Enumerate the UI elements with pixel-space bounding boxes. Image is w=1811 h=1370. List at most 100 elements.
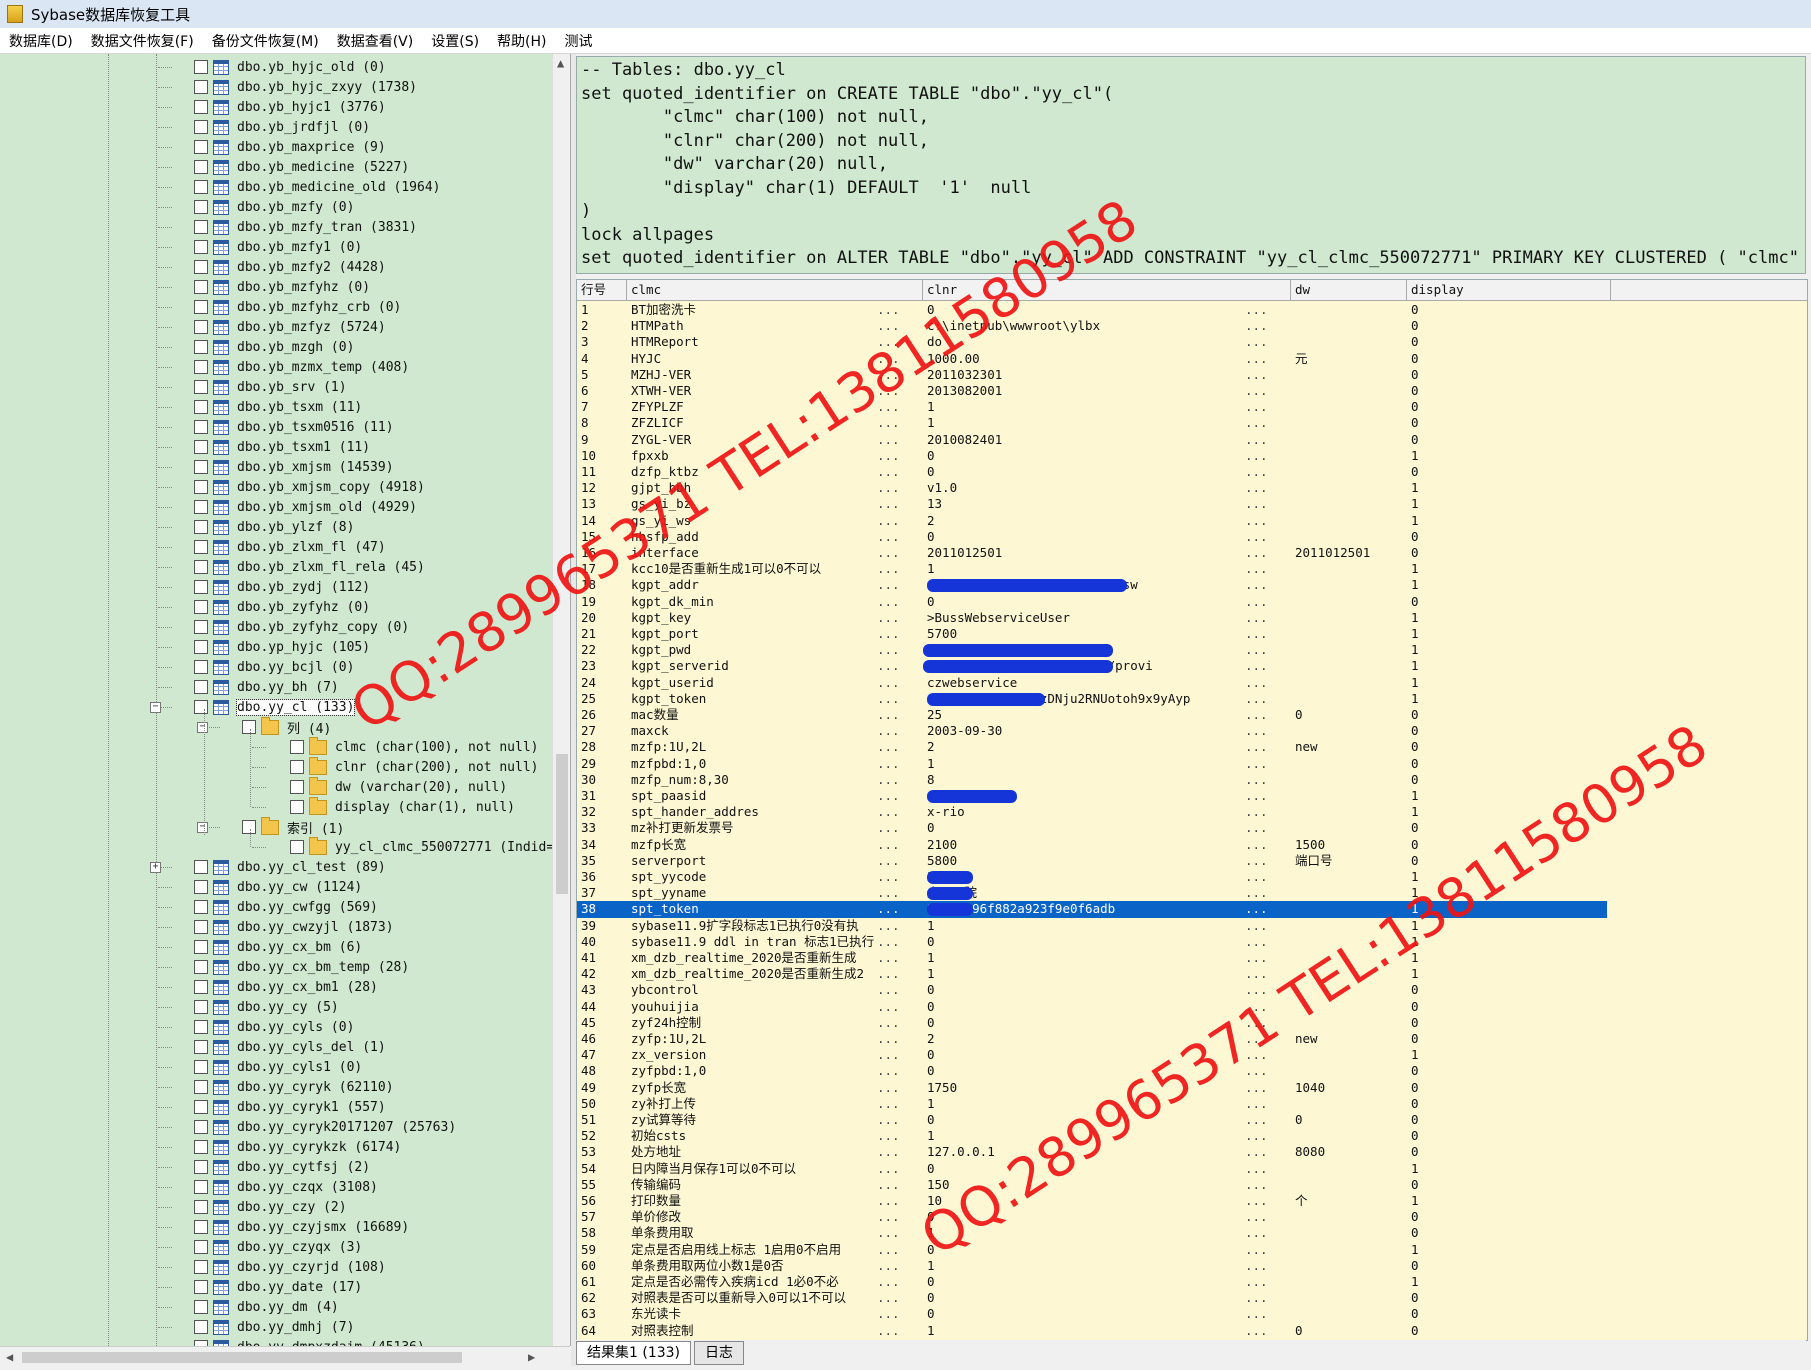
checkbox[interactable] [194, 1000, 208, 1014]
checkbox[interactable] [194, 380, 208, 394]
tree-item-table[interactable]: dbo.yb_medicine (5227) [194, 157, 409, 177]
checkbox[interactable] [194, 520, 208, 534]
tree-folder-columns[interactable]: 列 (4) [242, 716, 331, 737]
table-row[interactable]: 17 kcc10是否重新生成1可以0不可以 1 1...... [577, 561, 1607, 577]
tree-item-table[interactable]: dbo.yy_dmpxzdaim (45136) [194, 1337, 425, 1346]
tree-folder-indexes[interactable]: 索引 (1) [242, 816, 344, 837]
tree-hscroll-thumb[interactable] [22, 1352, 462, 1363]
checkbox[interactable] [194, 500, 208, 514]
checkbox[interactable] [194, 1120, 208, 1134]
checkbox[interactable] [194, 340, 208, 354]
checkbox[interactable] [194, 220, 208, 234]
menu-item-1[interactable]: 数据文件恢复(F) [82, 31, 203, 51]
checkbox[interactable] [194, 400, 208, 414]
table-row[interactable]: 49 zyfp长宽 1750 1040 0...... [577, 1080, 1607, 1096]
tree-item-table[interactable]: dbo.yb_xmjsm_old (4929) [194, 497, 417, 517]
checkbox[interactable] [194, 580, 208, 594]
tree-item-table[interactable]: dbo.yy_czyrjd (108) [194, 1257, 386, 1277]
menu-item-6[interactable]: 测试 [556, 31, 602, 51]
tree-item-table[interactable]: dbo.yy_cx_bm (6) [194, 937, 362, 957]
checkbox[interactable] [194, 200, 208, 214]
table-row[interactable]: 54 日内障当月保存1可以0不可以 0 1...... [577, 1161, 1607, 1177]
menu-item-2[interactable]: 备份文件恢复(M) [203, 31, 328, 51]
grid-column-header-clmc[interactable]: clmc [627, 280, 923, 300]
checkbox[interactable] [194, 980, 208, 994]
checkbox[interactable] [194, 1200, 208, 1214]
table-row[interactable]: 7 ZFYPLZF 1 0...... [577, 399, 1607, 415]
checkbox[interactable] [194, 560, 208, 574]
table-row[interactable]: 6 XTWH-VER 2013082001 0...... [577, 383, 1607, 399]
checkbox[interactable] [194, 1020, 208, 1034]
checkbox[interactable] [194, 460, 208, 474]
checkbox[interactable] [194, 140, 208, 154]
table-row[interactable]: 59 定点是否启用线上标志 1启用0不启用 0 1...... [577, 1242, 1607, 1258]
menu-item-0[interactable]: 数据库(D) [0, 31, 82, 51]
table-row[interactable]: 43 ybcontrol 0 0...... [577, 982, 1607, 998]
tree-item-table[interactable]: dbo.yb_zyfyhz_copy (0) [194, 617, 409, 637]
tree-item-table[interactable]: dbo.yy_bh (7) [194, 677, 339, 697]
tree-item-table[interactable]: dbo.yb_mzmx_temp (408) [194, 357, 409, 377]
table-row[interactable]: 19 kgpt_dk_min 0 0...... [577, 594, 1607, 610]
table-row[interactable]: 46 zyfp:1U,2L 2 new 0...... [577, 1031, 1607, 1047]
tree-item-table[interactable]: dbo.yb_tsxm (11) [194, 397, 362, 417]
table-row[interactable]: 63 东光读卡 0 0...... [577, 1306, 1607, 1322]
table-row[interactable]: 3 HTMReport do 0...... [577, 334, 1607, 350]
expand-icon[interactable]: + [150, 862, 161, 873]
tree-item-table[interactable]: dbo.yy_dmhj (7) [194, 1317, 354, 1337]
tree-item-table[interactable]: dbo.yp_hyjc (105) [194, 637, 370, 657]
tree-item-table[interactable]: dbo.yy_czyqx (3) [194, 1237, 362, 1257]
tree-item-table[interactable]: dbo.yb_mzfyhz_crb (0) [194, 297, 401, 317]
checkbox[interactable] [194, 900, 208, 914]
checkbox[interactable] [194, 1160, 208, 1174]
checkbox[interactable] [194, 1100, 208, 1114]
table-row[interactable]: 33 mz补打更新发票号 0 0...... [577, 820, 1607, 836]
tree-item-table[interactable]: dbo.yb_xmjsm_copy (4918) [194, 477, 425, 497]
tree-item-table[interactable]: dbo.yb_xmjsm (14539) [194, 457, 394, 477]
checkbox[interactable] [194, 1080, 208, 1094]
table-row[interactable]: 37spt_yyname人民医院1...... [577, 885, 1607, 901]
tree-item-table[interactable]: dbo.yb_mzfy2 (4428) [194, 257, 386, 277]
table-row[interactable]: 31 spt_paasid 1...... [577, 788, 1607, 804]
menu-item-4[interactable]: 设置(S) [422, 31, 488, 51]
tree-item-table[interactable]: dbo.yb_tsxm0516 (11) [194, 417, 394, 437]
tree-item-column[interactable]: dw (varchar(20), null) [290, 776, 507, 797]
table-row[interactable]: 56 打印数量 10 个 1...... [577, 1193, 1607, 1209]
table-row[interactable]: 16 interface 2011012501 2011012501 0...... [577, 545, 1607, 561]
checkbox[interactable] [194, 620, 208, 634]
checkbox[interactable] [290, 840, 304, 854]
tree-item-table[interactable]: dbo.yb_maxprice (9) [194, 137, 386, 157]
checkbox[interactable] [194, 60, 208, 74]
checkbox[interactable] [290, 740, 304, 754]
table-row[interactable]: 45 zyf24h控制 0 0...... [577, 1015, 1607, 1031]
tree-item-table[interactable]: dbo.yy_cx_bm_temp (28) [194, 957, 409, 977]
checkbox[interactable] [194, 1180, 208, 1194]
table-row[interactable]: 13 gs_yi_bz 13 1...... [577, 496, 1607, 512]
tree-item-table[interactable]: dbo.yy_cy (5) [194, 997, 339, 1017]
tree-item-table[interactable]: dbo.yb_hyjc_zxyy (1738) [194, 77, 417, 97]
checkbox[interactable] [194, 420, 208, 434]
checkbox[interactable] [194, 600, 208, 614]
checkbox[interactable] [194, 920, 208, 934]
tree-item-table[interactable]: dbo.yy_czqx (3108) [194, 1177, 378, 1197]
checkbox[interactable] [194, 1240, 208, 1254]
tree-item-table[interactable]: dbo.yb_medicine_old (1964) [194, 177, 441, 197]
checkbox[interactable] [290, 780, 304, 794]
checkbox[interactable] [194, 680, 208, 694]
tree-item-table[interactable]: dbo.yy_czy (2) [194, 1197, 347, 1217]
checkbox[interactable] [242, 720, 256, 734]
table-row[interactable]: 47 zx_version 0 1...... [577, 1047, 1607, 1063]
checkbox[interactable] [194, 1320, 208, 1334]
checkbox[interactable] [194, 100, 208, 114]
table-row[interactable]: 61 定点是否必需传入疾病icd 1必0不必 0 1...... [577, 1274, 1607, 1290]
tree-item-table[interactable]: dbo.yy_cx_bm1 (28) [194, 977, 378, 997]
tab-log[interactable]: 日志 [694, 1341, 744, 1365]
checkbox[interactable] [194, 180, 208, 194]
table-row[interactable]: 40 sybase11.9 ddl in tran 标志1已执行 0 1...... [577, 934, 1607, 950]
tree-item-table[interactable]: dbo.yy_cyls (0) [194, 1017, 354, 1037]
table-row[interactable]: 26 mac数量 25 0 0...... [577, 707, 1607, 723]
tree-item-table[interactable]: dbo.yb_jrdfjl (0) [194, 117, 370, 137]
tree-item-table[interactable]: dbo.yy_cyryk20171207 (25763) [194, 1117, 456, 1137]
table-row[interactable]: 11 dzfp_ktbz 0 0...... [577, 464, 1607, 480]
tree-item-table[interactable]: dbo.yy_cw (1124) [194, 877, 362, 897]
table-row[interactable]: 5 MZHJ-VER 2011032301 0...... [577, 367, 1607, 383]
